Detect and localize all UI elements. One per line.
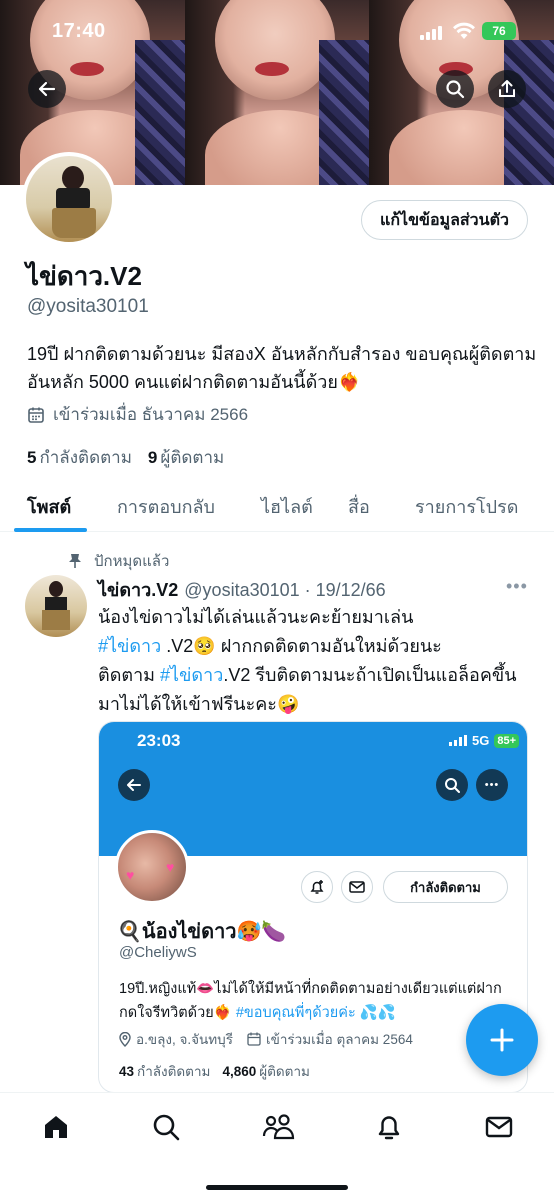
embed-bio-hashtag: #ขอบคุณพี่ๆด้วยค่ะ: [235, 1005, 356, 1021]
calendar-icon: [247, 1032, 261, 1046]
bell-plus-icon: [310, 880, 324, 894]
profile-avatar[interactable]: [22, 152, 116, 246]
profile-tabs: โพสต์ การตอบกลับ ไฮไลต์ สื่อ รายการโปรด: [0, 478, 554, 532]
joined-text: เข้าร่วมเมื่อ ธันวาคม 2566: [53, 405, 249, 424]
followers-link[interactable]: 9 ผู้ติดตาม: [148, 444, 224, 471]
profile-bio: 19ปี ฝากติดตามด้วยนะ มีสองX อันหลักกับสำ…: [27, 344, 537, 392]
status-bar: 17:40 76: [0, 0, 554, 62]
share-button[interactable]: [488, 70, 526, 108]
tab-likes[interactable]: รายการโปรด: [415, 492, 518, 521]
embed-joined: เข้าร่วมเมื่อ ตุลาคม 2564: [265, 1032, 413, 1047]
embed-bio-text: 💦💦: [355, 1005, 396, 1021]
followers-label: ผู้ติดตาม: [160, 448, 225, 467]
share-icon: [499, 80, 515, 97]
more-icon[interactable]: •••: [506, 576, 528, 597]
embed-battery: 85+: [494, 733, 520, 748]
search-button[interactable]: [436, 70, 474, 108]
search-icon: [445, 778, 460, 793]
embed-following-button: กำลังติดตาม: [383, 871, 508, 903]
status-time: 17:40: [52, 20, 106, 42]
wifi-icon: [453, 22, 475, 39]
embed-handle: @CheliywS: [119, 944, 197, 961]
tweet-text-part: ติดตาม: [98, 665, 161, 685]
embed-avatar: ♥ ♥: [115, 830, 189, 904]
nav-home[interactable]: [36, 1107, 76, 1147]
embed-search-button: [436, 769, 468, 801]
pin-icon: [69, 554, 81, 568]
home-indicator: [206, 1185, 348, 1190]
tab-highlights[interactable]: ไฮไลต์: [261, 492, 313, 521]
embed-followers-label: ผู้ติดตาม: [259, 1064, 310, 1079]
battery-indicator: 76: [482, 22, 516, 40]
nav-search[interactable]: [146, 1107, 186, 1147]
embed-more-button: •••: [476, 769, 508, 801]
pinned-label: ปักหมุดแล้ว: [68, 549, 169, 573]
plus-icon: [490, 1028, 514, 1052]
hashtag-link[interactable]: #ไข่ดาว: [98, 636, 161, 656]
nav-communities[interactable]: [258, 1107, 298, 1147]
embed-follow-stats: 43 กำลังติดตาม 4,860 ผู้ติดตาม: [119, 1060, 310, 1082]
calendar-icon: [28, 407, 44, 423]
embed-status-time: 23:03: [137, 731, 181, 750]
followers-count: 9: [147, 448, 158, 467]
following-count: 5: [27, 448, 37, 467]
mail-icon: [485, 1116, 513, 1138]
username-handle: @yosita30101: [27, 296, 149, 317]
follow-stats: 5 กำลังติดตาม 9 ผู้ติดตาม: [27, 444, 224, 471]
following-link[interactable]: 5 กำลังติดตาม: [27, 444, 132, 471]
mail-icon: [349, 881, 365, 893]
embed-bio: 19ปี.หญิงแท้👄ไม่ได้ให้มีหน้าที่กดติดตามอ…: [119, 977, 519, 1025]
tweet-meta: @yosita30101 · 19/12/66: [184, 580, 386, 600]
tweet-author-name[interactable]: ไข่ดาว.V2: [98, 580, 178, 600]
embed-display-name: 🍳น้องไข่ดาว🥵🍆: [117, 921, 287, 943]
joined-date: เข้าร่วมเมื่อ ธันวาคม 2566: [27, 401, 248, 428]
tweet-header: ไข่ดาว.V2 @yosita30101 · 19/12/66: [98, 575, 386, 604]
tweet-text-part: .V2🥺 ฝากกดติดตามอันใหม่ด้วยนะ: [161, 636, 442, 656]
compose-button[interactable]: [466, 1004, 538, 1076]
embed-status-network: 5G 85+: [449, 733, 520, 748]
following-label: กำลังติดตาม: [39, 448, 132, 467]
tab-media[interactable]: สื่อ: [348, 492, 370, 521]
embed-notify-button: [301, 871, 333, 903]
bottom-navigation: [0, 1092, 554, 1200]
embed-following-count: 43: [119, 1064, 135, 1079]
bell-icon: [378, 1116, 400, 1140]
location-icon: [119, 1031, 131, 1047]
embed-network-label: 5G: [472, 733, 490, 748]
tab-replies[interactable]: การตอบกลับ: [117, 492, 215, 521]
communities-icon: [262, 1114, 295, 1140]
more-icon: •••: [484, 779, 500, 791]
tweet-text: น้องไข่ดาวไม่ได้เล่นแล้วนะคะย้ายมาเล่น #ไ…: [98, 603, 538, 719]
embed-back-button: [118, 769, 150, 801]
signal-icon: [420, 26, 446, 40]
search-icon: [153, 1114, 180, 1141]
edit-profile-button[interactable]: แก้ไขข้อมูลส่วนตัว: [361, 200, 528, 240]
embed-followers-count: 4,860: [222, 1064, 257, 1079]
embed-message-button: [341, 871, 373, 903]
tab-posts[interactable]: โพสต์: [27, 492, 71, 521]
embed-location: อ.ขลุง, จ.จันทบุรี: [136, 1032, 233, 1047]
nav-messages[interactable]: [479, 1107, 519, 1147]
home-icon: [45, 1116, 67, 1138]
tweet-media-image[interactable]: 23:03 5G 85+ ••• ♥ ♥ กำลังติดตาม 🍳น้องไข…: [98, 721, 528, 1093]
signal-icon: [449, 735, 467, 746]
back-arrow-icon: [127, 779, 141, 791]
display-name: ไข่ดาว.V2: [26, 261, 142, 291]
embed-meta: อ.ขลุง, จ.จันทบุรี เข้าร่วมเมื่อ ตุลาคม …: [119, 1028, 413, 1050]
hashtag-link[interactable]: #ไข่ดาว: [160, 665, 223, 685]
back-arrow-icon: [38, 81, 56, 97]
nav-notifications[interactable]: [369, 1107, 409, 1147]
back-button[interactable]: [28, 70, 66, 108]
embed-following-label: กำลังติดตาม: [137, 1064, 211, 1079]
tweet-avatar[interactable]: [25, 575, 87, 637]
search-icon: [446, 80, 465, 99]
tweet-text-part: น้องไข่ดาวไม่ได้เล่นแล้วนะคะย้ายมาเล่น: [98, 607, 414, 627]
active-tab-indicator: [14, 528, 87, 532]
pinned-text: ปักหมุดแล้ว: [94, 553, 170, 570]
